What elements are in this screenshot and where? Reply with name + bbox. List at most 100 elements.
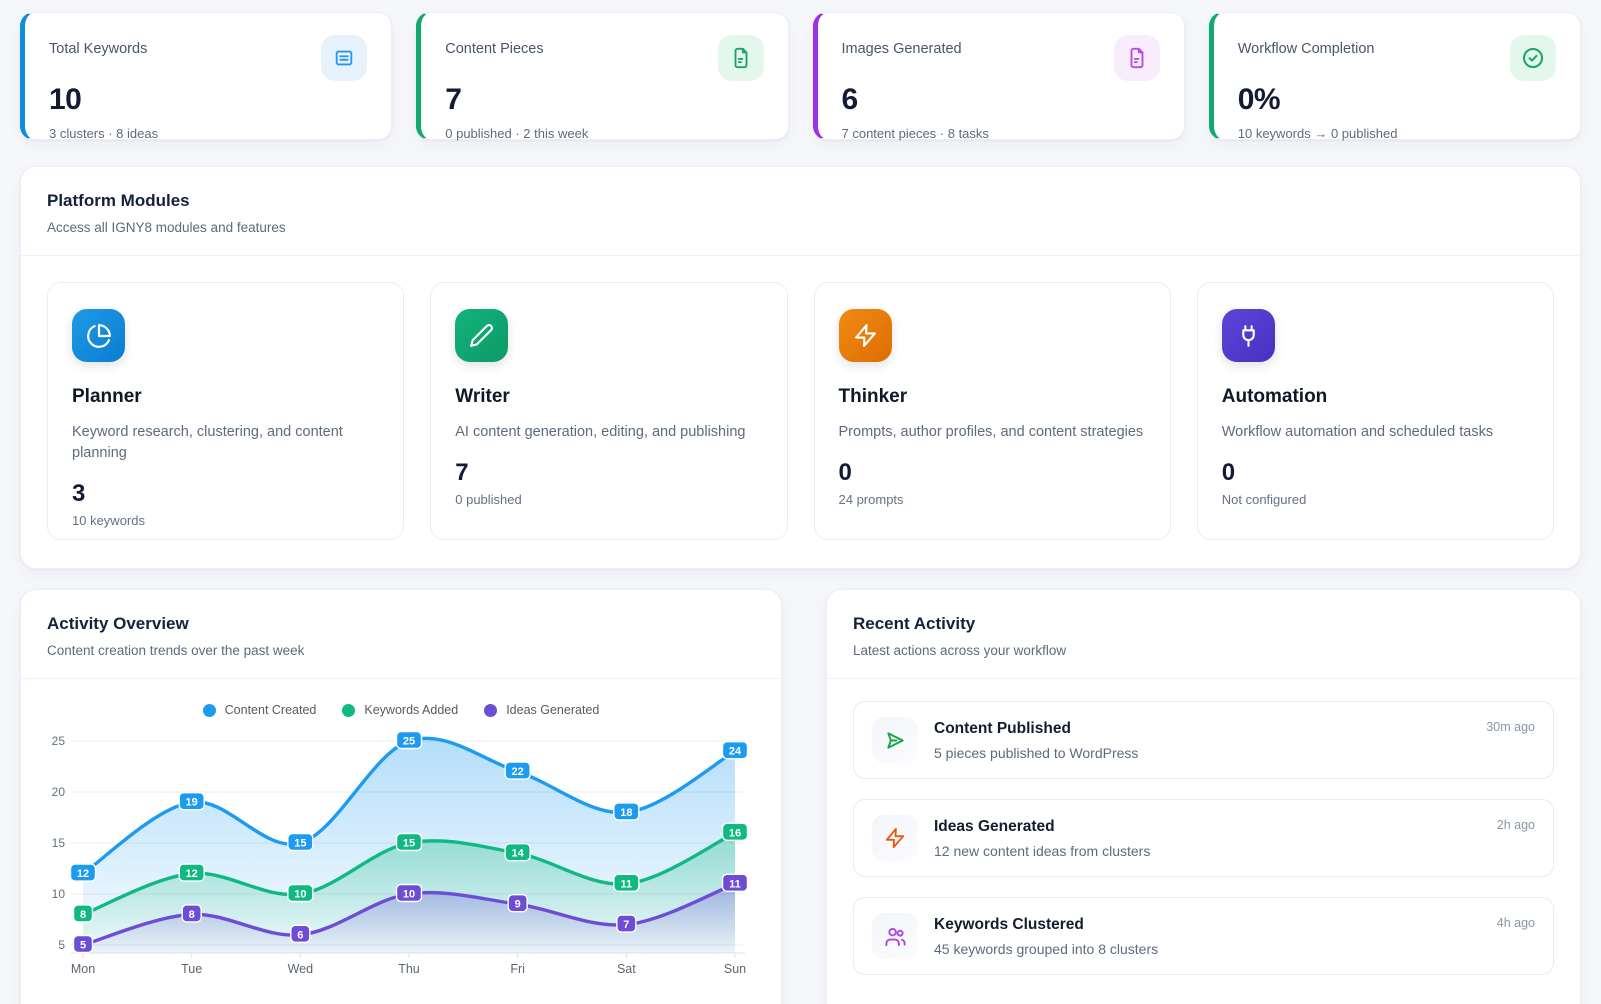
stat-subtext: 3 clusters · 8 ideas: [49, 126, 367, 141]
stat-value: 10: [49, 83, 367, 117]
svg-text:5: 5: [80, 940, 86, 952]
modules-grid: Planner Keyword research, clustering, an…: [21, 256, 1580, 568]
pencil-icon: [455, 309, 508, 362]
svg-text:Mon: Mon: [71, 962, 95, 976]
activity-overview-header: Activity Overview Content creation trend…: [21, 590, 781, 679]
svg-text:14: 14: [512, 848, 525, 860]
svg-text:10: 10: [294, 889, 306, 901]
activity-overview-panel: Activity Overview Content creation trend…: [20, 589, 782, 1004]
bottom-row: Activity Overview Content creation trend…: [20, 589, 1581, 1004]
stat-subtext: 10 keywords → 0 published: [1238, 126, 1556, 141]
svg-text:12: 12: [77, 868, 89, 880]
activity-title: Ideas Generated: [934, 818, 1481, 836]
stat-card-workflow-completion: Workflow Completion 0% 10 keywords → 0 p…: [1209, 12, 1581, 140]
module-card-writer[interactable]: Writer AI content generation, editing, a…: [430, 282, 787, 540]
module-stat-value: 3: [72, 480, 379, 508]
svg-text:6: 6: [297, 929, 303, 941]
chart-legend: Content Created Keywords Added Ideas Gener…: [43, 703, 759, 717]
legend-item-ideas-generated[interactable]: Ideas Generated: [484, 703, 599, 717]
stat-subtext: 0 published · 2 this week: [445, 126, 763, 141]
svg-text:Fri: Fri: [510, 962, 525, 976]
legend-item-keywords-added[interactable]: Keywords Added: [342, 703, 458, 717]
module-stat-value: 7: [455, 459, 762, 487]
svg-text:Thu: Thu: [398, 962, 420, 976]
stats-row: Total Keywords 10 3 clusters · 8 ideas C…: [20, 12, 1581, 140]
module-description: Prompts, author profiles, and content st…: [839, 422, 1146, 443]
list-icon: [321, 35, 367, 81]
svg-text:18: 18: [620, 807, 632, 819]
svg-text:Sun: Sun: [724, 962, 746, 976]
stat-label: Total Keywords: [49, 37, 147, 57]
activity-item-keywords-clustered: Keywords Clustered 45 keywords grouped i…: [853, 897, 1554, 975]
svg-text:7: 7: [623, 919, 629, 931]
module-stat-value: 0: [839, 459, 1146, 487]
module-card-planner[interactable]: Planner Keyword research, clustering, an…: [47, 282, 404, 540]
activity-list: Content Published 5 pieces published to …: [827, 679, 1580, 999]
module-name: Planner: [72, 386, 379, 408]
check-circle-icon: [1510, 35, 1556, 81]
section-subtitle: Latest actions across your workflow: [853, 643, 1554, 658]
stat-label: Content Pieces: [445, 37, 543, 57]
svg-text:19: 19: [186, 797, 198, 809]
stat-value: 7: [445, 83, 763, 117]
svg-text:5: 5: [58, 938, 65, 952]
svg-text:11: 11: [729, 878, 741, 890]
legend-label: Ideas Generated: [506, 703, 599, 717]
svg-text:25: 25: [403, 736, 415, 748]
zap-icon: [839, 309, 892, 362]
svg-text:Sat: Sat: [617, 962, 636, 976]
svg-text:15: 15: [294, 838, 306, 850]
plug-icon: [1222, 309, 1275, 362]
section-title: Platform Modules: [47, 191, 1554, 211]
module-stat-value: 0: [1222, 459, 1529, 487]
legend-dot: [484, 704, 497, 717]
stat-value: 6: [842, 83, 1160, 117]
legend-item-content-created[interactable]: Content Created: [203, 703, 317, 717]
stat-card-content-pieces: Content Pieces 7 0 published · 2 this we…: [416, 12, 788, 140]
svg-text:25: 25: [52, 734, 66, 748]
activity-item-content-published: Content Published 5 pieces published to …: [853, 701, 1554, 779]
stat-card-images-generated: Images Generated 6 7 content pieces · 8 …: [813, 12, 1185, 140]
svg-text:12: 12: [186, 868, 198, 880]
module-description: Workflow automation and scheduled tasks: [1222, 422, 1529, 443]
svg-text:15: 15: [403, 838, 415, 850]
file-image-icon: [1114, 35, 1160, 81]
zap-icon: [872, 815, 918, 861]
activity-description: 12 new content ideas from clusters: [934, 843, 1481, 859]
activity-timestamp: 30m ago: [1486, 717, 1535, 734]
stat-label: Workflow Completion: [1238, 37, 1375, 57]
activity-timestamp: 2h ago: [1497, 815, 1535, 832]
module-description: Keyword research, clustering, and conten…: [72, 422, 379, 464]
stat-card-total-keywords: Total Keywords 10 3 clusters · 8 ideas: [20, 12, 392, 140]
svg-text:10: 10: [403, 889, 415, 901]
svg-text:22: 22: [512, 766, 524, 778]
svg-text:15: 15: [52, 836, 66, 850]
activity-title: Keywords Clustered: [934, 916, 1481, 934]
recent-activity-header: Recent Activity Latest actions across yo…: [827, 590, 1580, 679]
users-icon: [872, 913, 918, 959]
module-name: Automation: [1222, 386, 1529, 408]
module-name: Writer: [455, 386, 762, 408]
legend-dot: [203, 704, 216, 717]
module-stat-label: 10 keywords: [72, 513, 379, 528]
activity-description: 5 pieces published to WordPress: [934, 745, 1470, 761]
module-card-automation[interactable]: Automation Workflow automation and sched…: [1197, 282, 1554, 540]
svg-text:11: 11: [621, 878, 633, 890]
svg-text:8: 8: [80, 909, 86, 921]
module-description: AI content generation, editing, and publ…: [455, 422, 762, 443]
svg-text:9: 9: [515, 899, 521, 911]
svg-text:16: 16: [729, 827, 741, 839]
section-subtitle: Content creation trends over the past we…: [47, 643, 755, 658]
module-stat-label: 0 published: [455, 492, 762, 507]
section-subtitle: Access all IGNY8 modules and features: [47, 220, 1554, 235]
platform-modules-header: Platform Modules Access all IGNY8 module…: [21, 167, 1580, 256]
svg-text:20: 20: [52, 785, 66, 799]
svg-text:24: 24: [729, 746, 742, 758]
module-card-thinker[interactable]: Thinker Prompts, author profiles, and co…: [814, 282, 1171, 540]
section-title: Recent Activity: [853, 614, 1554, 634]
legend-label: Content Created: [225, 703, 317, 717]
legend-dot: [342, 704, 355, 717]
svg-text:8: 8: [189, 909, 195, 921]
activity-title: Content Published: [934, 720, 1470, 738]
module-stat-label: 24 prompts: [839, 492, 1146, 507]
